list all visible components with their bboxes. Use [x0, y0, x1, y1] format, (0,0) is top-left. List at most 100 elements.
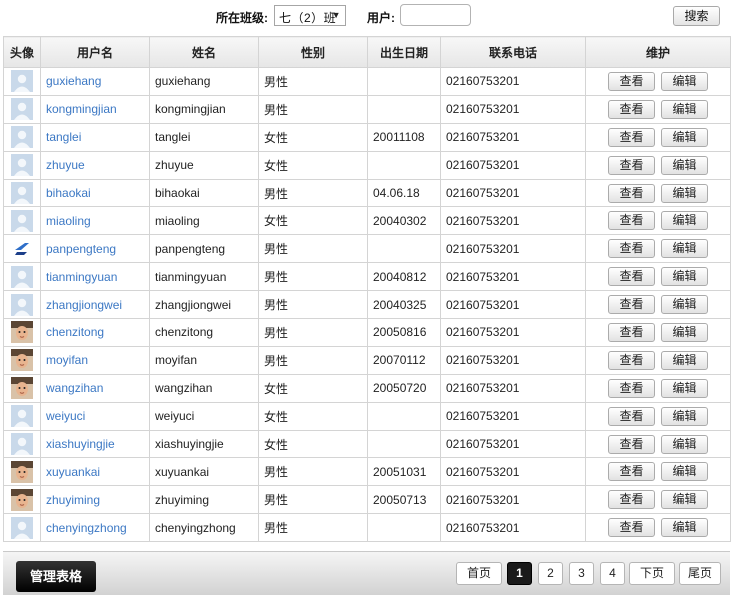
username-link[interactable]: tanglei — [46, 130, 81, 144]
edit-button[interactable]: 编辑 — [661, 71, 708, 91]
username-cell: wangzihan — [40, 373, 150, 403]
username-link[interactable]: kongmingjian — [46, 102, 117, 116]
table-row: zhuyue zhuyue 女性 02160753201 查看 编辑 — [3, 150, 731, 180]
page-button-4[interactable]: 4 — [600, 562, 625, 585]
username-link[interactable]: zhuyue — [46, 158, 85, 172]
table-row: chenzitong chenzitong 男性 20050816 0216075320… — [3, 318, 731, 347]
first-page-button[interactable]: 首页 — [456, 562, 502, 585]
edit-button[interactable]: 编辑 — [661, 99, 708, 119]
view-button[interactable]: 查看 — [608, 71, 655, 91]
username-link[interactable]: zhangjiongwei — [46, 298, 122, 312]
view-button[interactable]: 查看 — [608, 211, 655, 231]
username-link[interactable]: chenyingzhong — [46, 521, 127, 535]
avatar-cell — [3, 318, 41, 347]
default-user-icon — [11, 293, 33, 316]
gender-cell: 男性 — [258, 67, 368, 96]
manage-table-button[interactable]: 管理表格 — [16, 561, 96, 592]
phone-cell: 02160753201 — [440, 513, 586, 543]
table-row: chenyingzhong chenyingzhong 男性 02160753201 查… — [3, 513, 731, 543]
page-button-3[interactable]: 3 — [569, 562, 594, 585]
footer-bar: 管理表格 首页 1 2 3 4 下页 尾页 — [3, 551, 730, 595]
birthdate-cell — [367, 94, 441, 124]
gender-cell: 女性 — [258, 373, 368, 403]
actions-cell: 查看 编辑 — [585, 94, 731, 124]
view-button[interactable]: 查看 — [608, 518, 655, 538]
edit-button[interactable]: 编辑 — [661, 490, 708, 510]
view-button[interactable]: 查看 — [608, 127, 655, 147]
last-page-button[interactable]: 尾页 — [679, 562, 721, 585]
username-link[interactable]: panpengteng — [46, 242, 116, 256]
gender-cell: 男性 — [258, 94, 368, 124]
edit-button[interactable]: 编辑 — [661, 518, 708, 538]
view-button[interactable]: 查看 — [608, 155, 655, 175]
edit-button[interactable]: 编辑 — [661, 350, 708, 370]
view-button[interactable]: 查看 — [608, 434, 655, 454]
page-button-1[interactable]: 1 — [507, 562, 532, 585]
username-link[interactable]: guxiehang — [46, 74, 101, 88]
username-link[interactable]: xiashuyingjie — [46, 437, 115, 451]
avatar-cell — [3, 401, 41, 431]
view-button[interactable]: 查看 — [608, 322, 655, 342]
view-button[interactable]: 查看 — [608, 462, 655, 482]
username-link[interactable]: zhuyiming — [46, 493, 100, 507]
edit-button[interactable]: 编辑 — [661, 127, 708, 147]
username-link[interactable]: moyifan — [46, 353, 88, 367]
default-user-icon — [11, 405, 33, 428]
name-cell: chenzitong — [149, 318, 259, 347]
username-link[interactable]: miaoling — [46, 214, 91, 228]
gender-cell: 女性 — [258, 429, 368, 459]
view-button[interactable]: 查看 — [608, 267, 655, 287]
phone-cell: 02160753201 — [440, 94, 586, 124]
gender-cell: 男性 — [258, 234, 368, 264]
table-row: panpengteng panpengteng 男性 02160753201 查看 编辑 — [3, 234, 731, 264]
search-button[interactable]: 搜索 — [673, 6, 720, 26]
header-avatar: 头像 — [3, 36, 41, 68]
edit-button[interactable]: 编辑 — [661, 462, 708, 482]
view-button[interactable]: 查看 — [608, 99, 655, 119]
edit-button[interactable]: 编辑 — [661, 434, 708, 454]
gender-cell: 男性 — [258, 290, 368, 320]
user-search-input[interactable] — [400, 4, 471, 26]
username-link[interactable]: xuyuankai — [46, 465, 100, 479]
username-link[interactable]: wangzihan — [46, 381, 103, 395]
view-button[interactable]: 查看 — [608, 239, 655, 259]
view-button[interactable]: 查看 — [608, 406, 655, 426]
page-button-2[interactable]: 2 — [538, 562, 563, 585]
next-page-button[interactable]: 下页 — [629, 562, 675, 585]
edit-button[interactable]: 编辑 — [661, 183, 708, 203]
edit-button[interactable]: 编辑 — [661, 406, 708, 426]
avatar-cell — [3, 262, 41, 292]
name-cell: moyifan — [149, 345, 259, 375]
username-link[interactable]: tianmingyuan — [46, 270, 117, 284]
username-link[interactable]: chenzitong — [46, 325, 104, 339]
view-button[interactable]: 查看 — [608, 490, 655, 510]
edit-button[interactable]: 编辑 — [661, 295, 708, 315]
user-table: 头像 用户名 姓名 性别 出生日期 联系电话 维护 guxiehang guxiehang 男性… — [3, 36, 731, 543]
edit-button[interactable]: 编辑 — [661, 378, 708, 398]
birthdate-cell: 20040325 — [367, 290, 441, 320]
edit-button[interactable]: 编辑 — [661, 322, 708, 342]
username-cell: weiyuci — [40, 401, 150, 431]
edit-button[interactable]: 编辑 — [661, 155, 708, 175]
view-button[interactable]: 查看 — [608, 295, 655, 315]
username-cell: xiashuyingjie — [40, 429, 150, 459]
phone-cell: 02160753201 — [440, 345, 586, 375]
name-cell: kongmingjian — [149, 94, 259, 124]
edit-button[interactable]: 编辑 — [661, 267, 708, 287]
avatar-cell — [3, 373, 41, 403]
view-button[interactable]: 查看 — [608, 378, 655, 398]
header-actions: 维护 — [585, 36, 731, 68]
edit-button[interactable]: 编辑 — [661, 211, 708, 231]
table-body: guxiehang guxiehang 男性 02160753201 查看 编辑 kongm… — [3, 67, 731, 543]
actions-cell: 查看 编辑 — [585, 67, 731, 96]
default-user-icon — [11, 265, 33, 288]
phone-cell: 02160753201 — [440, 457, 586, 487]
username-cell: panpengteng — [40, 234, 150, 264]
class-select[interactable]: 七（2）班 ▼ — [274, 5, 346, 26]
edit-button[interactable]: 编辑 — [661, 239, 708, 259]
view-button[interactable]: 查看 — [608, 183, 655, 203]
view-button[interactable]: 查看 — [608, 350, 655, 370]
birthdate-cell — [367, 401, 441, 431]
username-link[interactable]: bihaokai — [46, 186, 91, 200]
username-link[interactable]: weiyuci — [46, 409, 85, 423]
